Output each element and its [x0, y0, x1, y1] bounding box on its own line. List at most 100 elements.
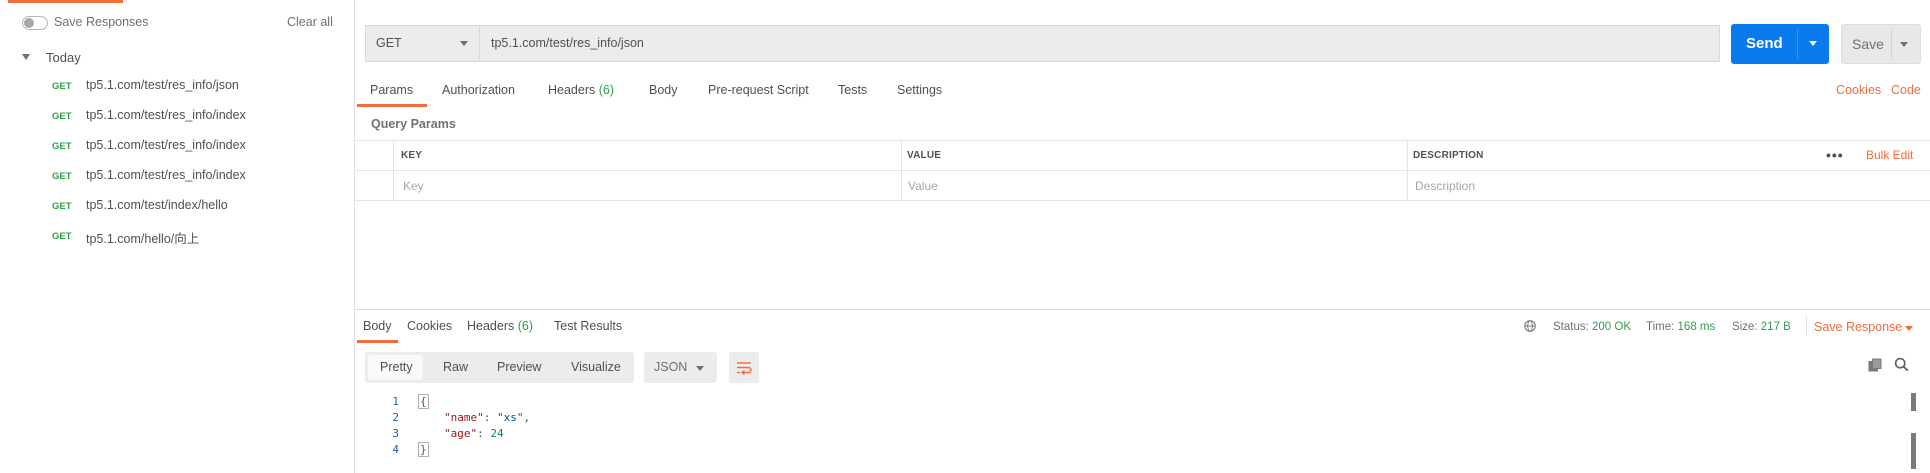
sidebar-active-tab-indicator [8, 0, 123, 3]
history-item[interactable]: GET tp5.1.com/test/res_info/index [0, 163, 354, 193]
response-tab-headers[interactable]: Headers (6) [467, 319, 533, 333]
wrap-lines-icon [737, 362, 752, 376]
response-tab-test-results[interactable]: Test Results [554, 319, 622, 333]
column-header-description: DESCRIPTION [1413, 150, 1484, 161]
code-line: { [418, 394, 429, 409]
history-url: tp5.1.com/hello/向上 [86, 232, 200, 246]
response-divider [355, 309, 1930, 310]
column-header-value: VALUE [907, 150, 942, 161]
history-method-badge: GET [52, 231, 72, 242]
tab-tests[interactable]: Tests [838, 83, 867, 97]
response-tab-headers-label: Headers [467, 319, 515, 333]
json-open-brace: { [418, 394, 429, 409]
response-tab-headers-count: (6) [517, 319, 534, 333]
response-tab-cookies[interactable]: Cookies [407, 319, 452, 333]
send-button-label: Send [1746, 35, 1783, 52]
search-icon[interactable] [1894, 357, 1909, 372]
save-button-label: Save [1852, 36, 1884, 52]
format-select-value: JSON [654, 360, 688, 374]
tab-prerequest-script[interactable]: Pre-request Script [708, 83, 809, 97]
time-value: 168 ms [1677, 321, 1716, 333]
save-responses-toggle[interactable] [22, 16, 48, 30]
chevron-down-icon [696, 366, 704, 371]
line-number: 3 [392, 427, 399, 440]
json-key: "name" [444, 411, 484, 424]
view-visualize-button[interactable]: Visualize [571, 360, 621, 374]
globe-icon[interactable] [1524, 320, 1536, 332]
history-method-badge: GET [52, 81, 72, 92]
line-number: 1 [392, 395, 399, 408]
toggle-knob [24, 18, 34, 28]
tab-body[interactable]: Body [649, 83, 678, 97]
code-line: "name": "xs", [444, 411, 531, 424]
send-options-chevron-icon[interactable] [1809, 41, 1817, 46]
table-divider [355, 170, 1930, 171]
method-select-value: GET [376, 36, 402, 50]
tab-headers[interactable]: Headers (6) [548, 83, 614, 97]
chevron-down-icon[interactable] [1905, 326, 1913, 331]
save-responses-label: Save Responses [54, 15, 149, 29]
copy-icon[interactable] [1868, 358, 1882, 372]
line-number: 2 [392, 411, 399, 424]
history-url: tp5.1.com/test/res_info/index [86, 108, 246, 122]
response-tab-body[interactable]: Body [363, 319, 392, 333]
code-line: } [418, 442, 429, 457]
column-header-key: KEY [401, 150, 423, 161]
param-description-input[interactable]: Description [1415, 179, 1475, 193]
view-preview-button[interactable]: Preview [497, 360, 541, 374]
table-divider [393, 140, 394, 201]
save-options-chevron-icon[interactable] [1900, 42, 1908, 47]
param-value-input[interactable]: Value [908, 179, 938, 193]
time-label: Time: [1646, 321, 1675, 333]
bulk-edit-link[interactable]: Bulk Edit [1866, 148, 1913, 162]
wrap-lines-button[interactable] [729, 352, 759, 383]
scrollbar-thumb[interactable] [1911, 433, 1916, 469]
response-size: Size: 217 B [1732, 321, 1791, 333]
chevron-down-icon[interactable] [22, 54, 30, 60]
view-raw-button[interactable]: Raw [443, 360, 468, 374]
more-dots-icon[interactable]: ••• [1826, 147, 1844, 163]
history-item[interactable]: GET tp5.1.com/test/res_info/index [0, 133, 354, 163]
status-value: 200 OK [1592, 321, 1632, 333]
code-line: "age": 24 [444, 427, 504, 440]
tab-settings[interactable]: Settings [897, 83, 942, 97]
history-url: tp5.1.com/test/index/hello [86, 198, 228, 212]
cookies-link[interactable]: Cookies [1836, 83, 1881, 97]
history-item[interactable]: GET tp5.1.com/test/res_info/json [0, 73, 354, 103]
history-url: tp5.1.com/test/res_info/index [86, 168, 246, 182]
view-pretty-button[interactable]: Pretty [380, 360, 413, 374]
size-label: Size: [1732, 321, 1758, 333]
history-item[interactable]: GET tp5.1.com/test/res_info/index [0, 103, 354, 133]
scrollbar-thumb[interactable] [1911, 393, 1916, 411]
save-button-divider [1891, 30, 1892, 58]
json-string-value: "xs" [497, 411, 524, 424]
history-item[interactable]: GET tp5.1.com/test/index/hello [0, 193, 354, 223]
param-key-input[interactable]: Key [403, 179, 424, 193]
history-method-badge: GET [52, 141, 72, 152]
chevron-down-icon [460, 41, 468, 46]
history-method-badge: GET [52, 111, 72, 122]
history-group-today[interactable]: Today [46, 50, 81, 65]
url-input-value: tp5.1.com/test/res_info/json [491, 36, 644, 50]
json-number-value: 24 [490, 427, 504, 440]
response-status: Status: 200 OK [1553, 321, 1631, 333]
history-item[interactable]: GET tp5.1.com/hello/向上 [0, 223, 354, 253]
code-link[interactable]: Code [1891, 83, 1921, 97]
active-tab-indicator [357, 104, 427, 107]
clear-all-button[interactable]: Clear all [287, 15, 333, 29]
query-params-heading: Query Params [371, 117, 456, 131]
status-divider [1806, 316, 1807, 336]
tab-params[interactable]: Params [370, 83, 413, 97]
history-method-badge: GET [52, 171, 72, 182]
url-input[interactable] [479, 25, 1720, 62]
size-value: 217 B [1760, 321, 1791, 333]
response-time: Time: 168 ms [1646, 321, 1715, 333]
active-tab-indicator [357, 340, 398, 343]
tab-headers-count: (6) [598, 83, 615, 97]
table-divider [901, 140, 902, 201]
json-key: "age" [444, 427, 478, 440]
tab-authorization[interactable]: Authorization [442, 83, 515, 97]
send-button-divider [1797, 30, 1798, 58]
save-response-button[interactable]: Save Response [1814, 320, 1902, 334]
tab-headers-label: Headers [548, 83, 596, 97]
